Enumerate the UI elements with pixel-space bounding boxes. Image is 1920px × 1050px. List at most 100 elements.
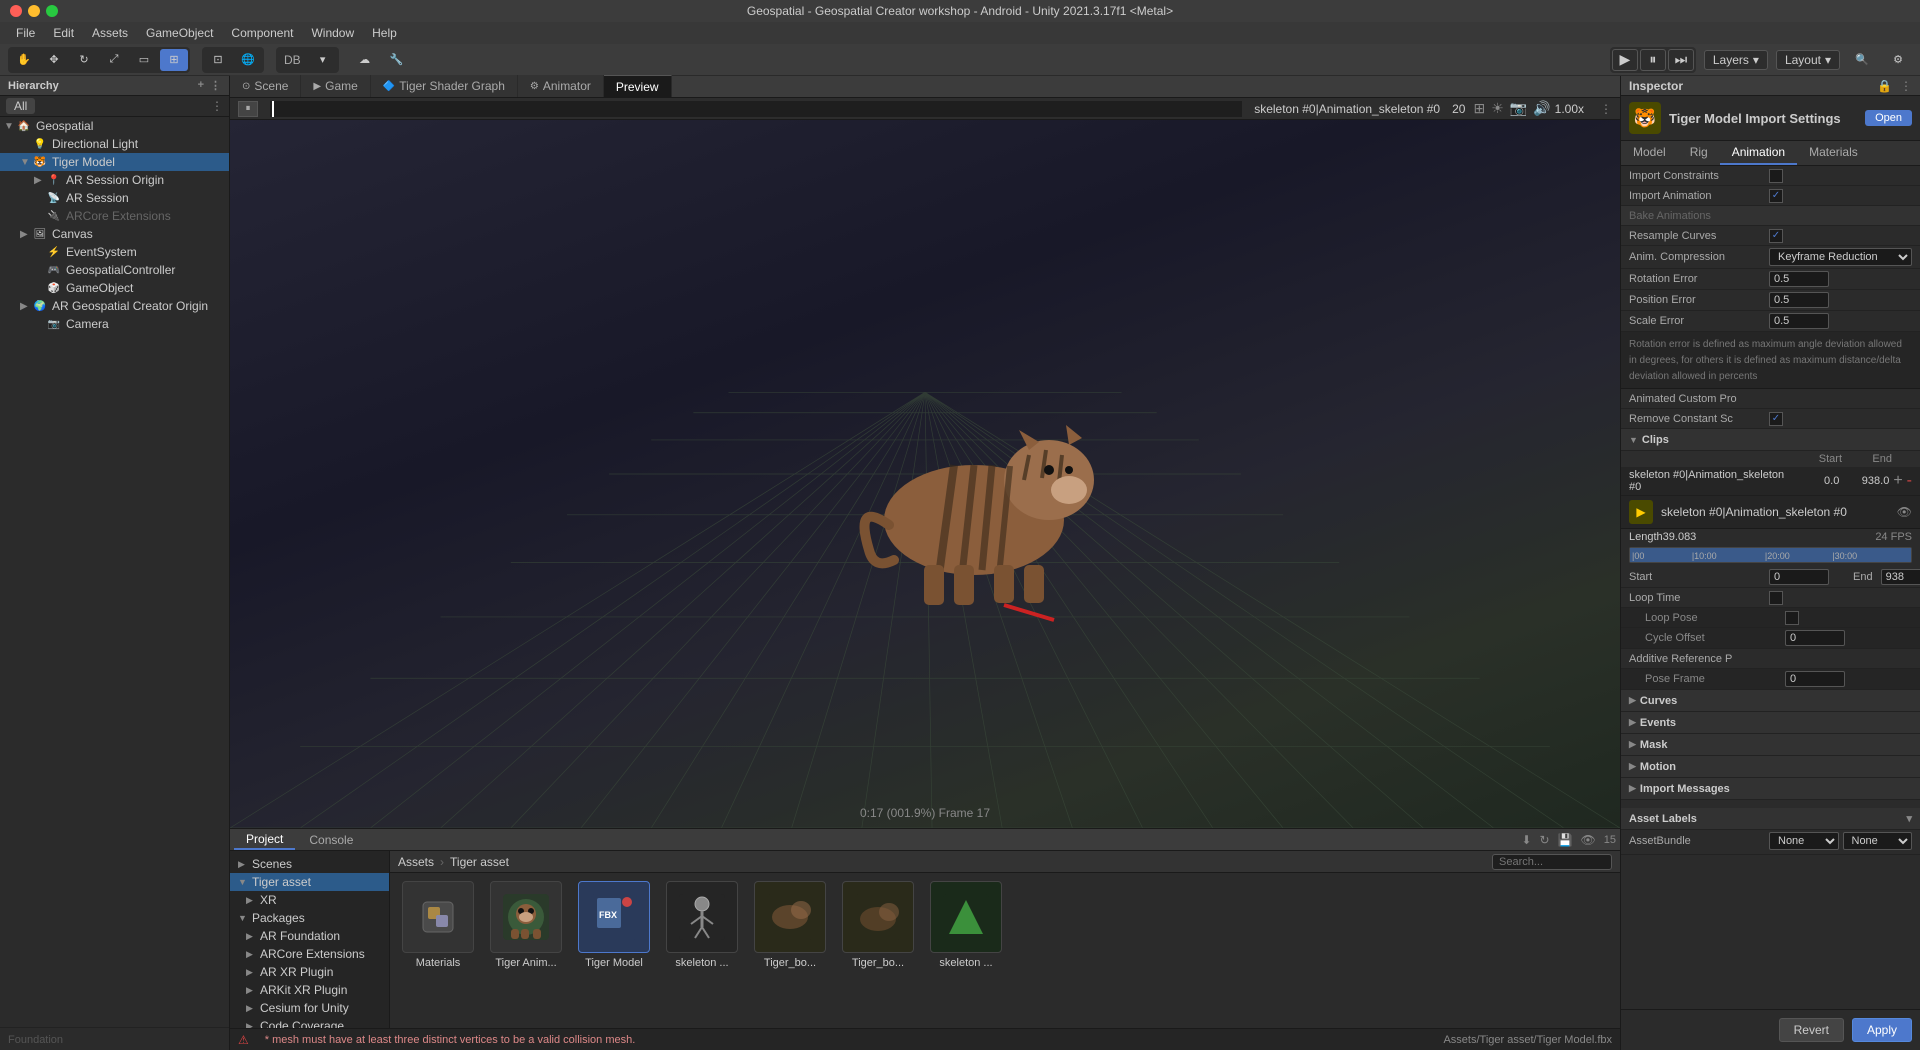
pause-button[interactable]: ⏸ [1640, 49, 1666, 71]
asset-item-tiger-bone1[interactable]: Tiger_bo... [750, 881, 830, 969]
remove-constant-checkbox[interactable]: ✓ [1769, 412, 1783, 426]
inspector-more-icon[interactable]: ⋮ [1900, 79, 1912, 93]
minimize-button[interactable] [28, 5, 40, 17]
tree-item-xr[interactable]: ▶ XR [230, 891, 389, 909]
inspector-tab-rig[interactable]: Rig [1678, 141, 1720, 165]
hierarchy-more-icon[interactable]: ⋮ [210, 79, 221, 92]
save-icon[interactable]: 💾 [1558, 833, 1573, 847]
hierarchy-item[interactable]: ▼ 🏠 Geospatial [0, 117, 229, 135]
motion-section[interactable]: ▶ Motion [1621, 756, 1920, 778]
position-error-input[interactable] [1769, 292, 1829, 308]
close-button[interactable] [10, 5, 22, 17]
tab-game[interactable]: ▶ Game [301, 75, 370, 97]
search-icon[interactable]: 🔍 [1848, 49, 1876, 71]
tree-item-arcore-extensions[interactable]: ▶ ARCore Extensions [230, 945, 389, 963]
camera-toggle-icon[interactable]: 📷 [1510, 100, 1527, 117]
end-input[interactable] [1881, 569, 1920, 585]
asset-item-skeleton1[interactable]: skeleton ... [662, 881, 742, 969]
loop-time-checkbox[interactable] [1769, 591, 1783, 605]
rotate-tool[interactable]: ↻ [70, 49, 98, 71]
light-toggle-icon[interactable]: ☀ [1491, 100, 1504, 117]
tree-item-tiger-asset[interactable]: ▼ Tiger asset [230, 873, 389, 891]
import-animation-checkbox[interactable]: ✓ [1769, 189, 1783, 203]
open-button[interactable]: Open [1865, 110, 1912, 126]
tab-animator[interactable]: ⚙ Animator [518, 75, 604, 97]
scale-error-input[interactable] [1769, 313, 1829, 329]
assetbundle-variant-select[interactable]: None [1843, 832, 1913, 850]
asset-item-tiger-model[interactable]: FBX Tiger Model [574, 881, 654, 969]
loop-pose-checkbox[interactable] [1785, 611, 1799, 625]
menu-file[interactable]: File [8, 24, 43, 42]
hierarchy-item[interactable]: ⚡ EventSystem [0, 243, 229, 261]
tree-item-code-coverage[interactable]: ▶ Code Coverage [230, 1017, 389, 1028]
menu-component[interactable]: Component [223, 24, 301, 42]
refresh-icon[interactable]: ↻ [1540, 833, 1550, 847]
menu-edit[interactable]: Edit [45, 24, 82, 42]
import-constraints-checkbox[interactable] [1769, 169, 1783, 183]
apply-button[interactable]: Apply [1852, 1018, 1912, 1042]
events-section[interactable]: ▶ Events [1621, 712, 1920, 734]
breadcrumb-assets[interactable]: Assets [398, 855, 434, 869]
tree-item-ar-foundation[interactable]: ▶ AR Foundation [230, 927, 389, 945]
asset-labels-section[interactable]: Asset Labels ▾ [1621, 808, 1920, 830]
anim-pause-button[interactable]: ⏸ [238, 101, 258, 117]
asset-item-materials[interactable]: Materials [398, 881, 478, 969]
inspector-tab-animation[interactable]: Animation [1720, 141, 1797, 165]
breadcrumb-tiger-asset[interactable]: Tiger asset [450, 855, 509, 869]
hierarchy-item[interactable]: 📡 AR Session [0, 189, 229, 207]
grid-icon[interactable]: ⊞ [1473, 100, 1485, 117]
assetbundle-select[interactable]: None [1769, 832, 1839, 850]
tab-scene[interactable]: ⊙ Scene [230, 75, 301, 97]
scale-tool[interactable]: ⤢ [100, 49, 128, 71]
import-icon[interactable]: ⬇ [1521, 833, 1531, 847]
tab-preview[interactable]: Preview [604, 75, 672, 97]
play-button[interactable]: ▶ [1612, 49, 1638, 71]
hierarchy-item[interactable]: ▶ 📍 AR Session Origin [0, 171, 229, 189]
step-button[interactable]: ⏭ [1668, 49, 1694, 71]
eye-icon[interactable]: 👁 [1581, 833, 1596, 847]
hierarchy-add-icon[interactable]: + [198, 79, 204, 92]
tab-console[interactable]: Console [297, 831, 365, 849]
asset-search-input[interactable] [1492, 854, 1612, 870]
inspector-tab-materials[interactable]: Materials [1797, 141, 1870, 165]
center-tool[interactable]: ⊡ [204, 49, 232, 71]
menu-gameobject[interactable]: GameObject [138, 24, 221, 42]
cloud-icon[interactable]: ☁ [351, 49, 379, 71]
menu-window[interactable]: Window [303, 24, 362, 42]
resample-curves-checkbox[interactable]: ✓ [1769, 229, 1783, 243]
rect-tool[interactable]: ▭ [130, 49, 158, 71]
clip-row[interactable]: skeleton #0|Animation_skeleton #0 0.0 93… [1621, 467, 1920, 496]
hierarchy-item[interactable]: 📷 Camera [0, 315, 229, 333]
inspector-lock-icon[interactable]: 🔒 [1877, 79, 1892, 93]
hierarchy-item[interactable]: ▶ 🖼 Canvas [0, 225, 229, 243]
hierarchy-extra-icon[interactable]: ⋮ [211, 99, 223, 113]
settings-icon[interactable]: ⚙ [1884, 49, 1912, 71]
tab-tiger-shader[interactable]: 🔷 Tiger Shader Graph [371, 75, 518, 97]
revert-button[interactable]: Revert [1779, 1018, 1844, 1042]
hierarchy-item[interactable]: 🔌 ARCore Extensions [0, 207, 229, 225]
hierarchy-item[interactable]: ▶ 🌍 AR Geospatial Creator Origin [0, 297, 229, 315]
clip-eye-icon[interactable]: 👁 [1897, 505, 1912, 519]
tree-item-cesium[interactable]: ▶ Cesium for Unity [230, 999, 389, 1017]
start-input[interactable] [1769, 569, 1829, 585]
move-tool[interactable]: ✥ [40, 49, 68, 71]
anim-compression-select[interactable]: Keyframe Reduction [1769, 248, 1912, 266]
clips-section[interactable]: ▼ Clips [1621, 429, 1920, 451]
rotation-error-input[interactable] [1769, 271, 1829, 287]
tree-item-ar-xr-plugin[interactable]: ▶ AR XR Plugin [230, 963, 389, 981]
import-messages-section[interactable]: ▶ Import Messages [1621, 778, 1920, 800]
menu-help[interactable]: Help [364, 24, 405, 42]
hierarchy-item[interactable]: 💡 Directional Light [0, 135, 229, 153]
all-label[interactable]: All [6, 98, 35, 114]
maximize-button[interactable] [46, 5, 58, 17]
tab-project[interactable]: Project [234, 830, 295, 850]
asset-item-tiger-bone2[interactable]: Tiger_bo... [838, 881, 918, 969]
clip-add-button[interactable]: + [1893, 472, 1902, 490]
layout-dropdown[interactable]: Layout ▾ [1776, 50, 1840, 70]
inspector-tab-model[interactable]: Model [1621, 141, 1678, 165]
layers-dropdown[interactable]: Layers ▾ [1704, 50, 1768, 70]
asset-item-tiger-anim[interactable]: Tiger Anim... [486, 881, 566, 969]
collab-icon[interactable]: 🔧 [383, 49, 411, 71]
hand-tool[interactable]: ✋ [10, 49, 38, 71]
tree-item-scenes[interactable]: ▶ Scenes [230, 855, 389, 873]
